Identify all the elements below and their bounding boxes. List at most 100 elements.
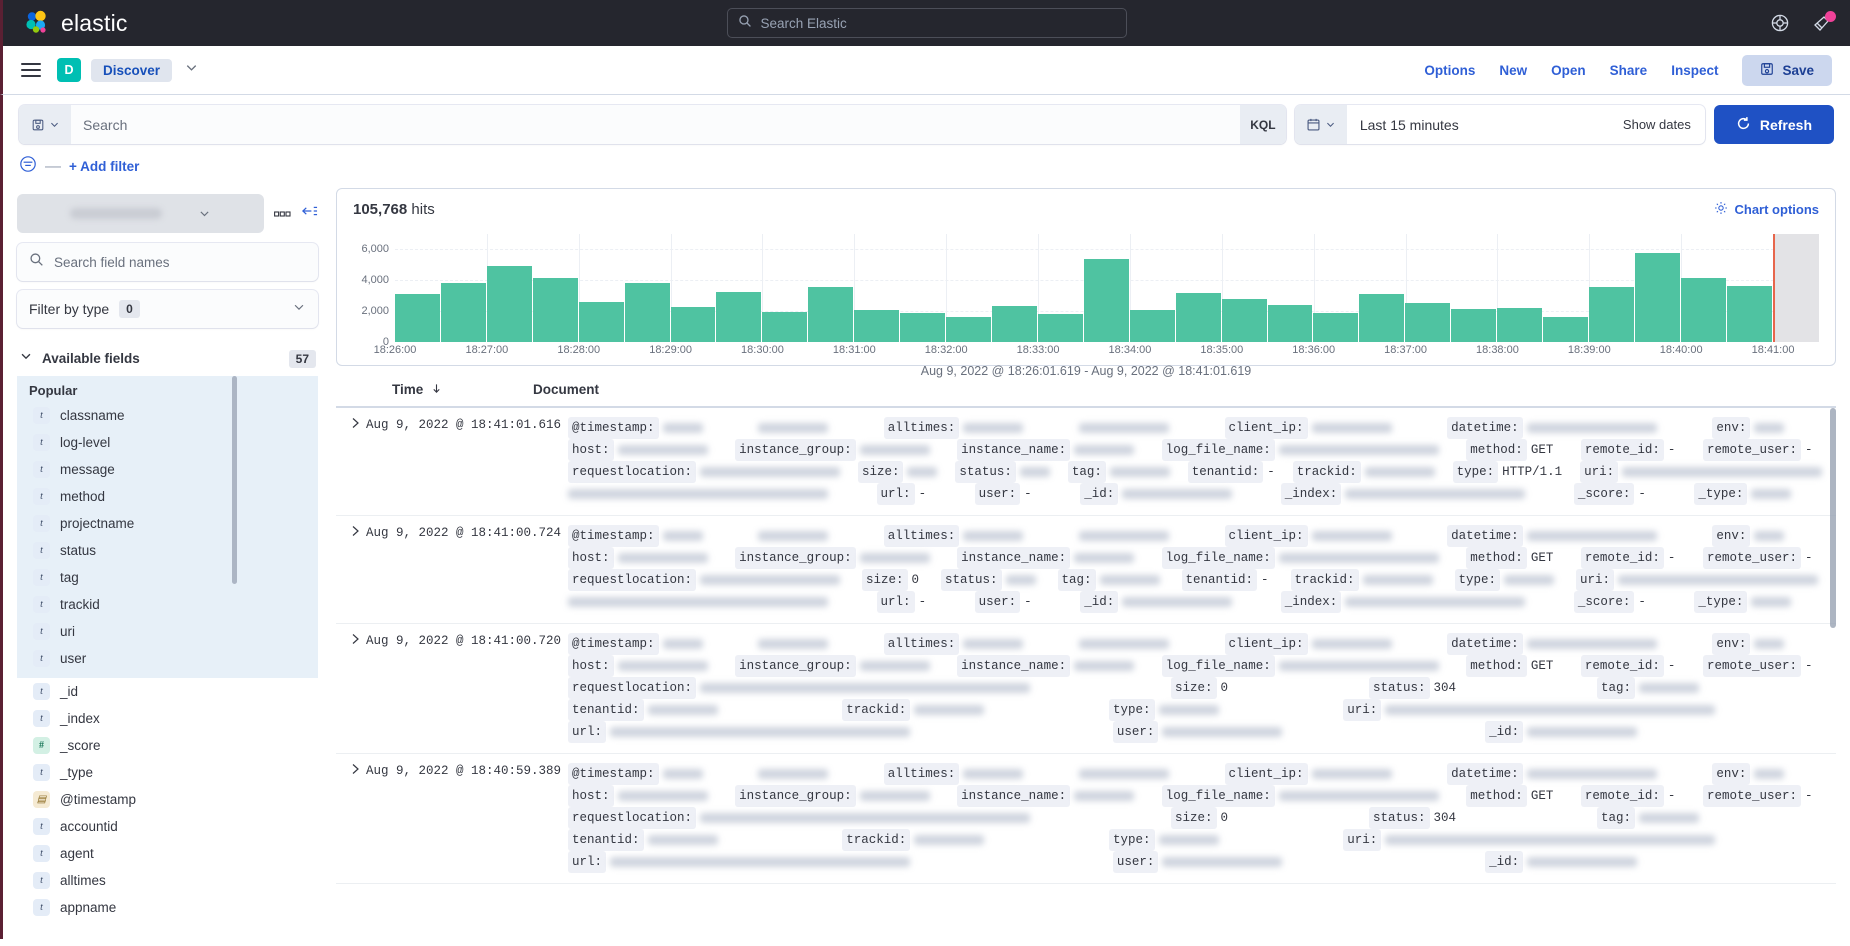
nav-link-inspect[interactable]: Inspect	[1671, 63, 1718, 78]
histogram-bar[interactable]	[1313, 313, 1358, 342]
histogram-bar[interactable]	[946, 317, 991, 342]
field-item-alltimes[interactable]: talltimes	[17, 867, 318, 894]
field-item-id[interactable]: t_id	[17, 678, 318, 705]
histogram-bar[interactable]	[1497, 308, 1542, 342]
field-list[interactable]: Popular tclassnametlog-leveltmessagetmet…	[17, 376, 318, 939]
hamburger-menu-icon[interactable]	[21, 63, 41, 77]
histogram-bar[interactable]	[1084, 259, 1129, 342]
field-item-classname[interactable]: tclassname	[17, 402, 318, 429]
app-avatar[interactable]: D	[57, 58, 81, 82]
histogram-bar[interactable]	[671, 307, 716, 342]
redacted-value	[1279, 791, 1439, 801]
histogram-bar[interactable]	[625, 283, 670, 342]
field-item-score[interactable]: #_score	[17, 732, 318, 759]
ellipsis-icon[interactable]	[274, 207, 291, 221]
filter-by-type-button[interactable]: Filter by type 0	[17, 290, 318, 328]
histogram-bar[interactable]	[1543, 317, 1588, 342]
refresh-button[interactable]: Refresh	[1714, 105, 1834, 144]
histogram-bar[interactable]	[1451, 309, 1496, 342]
histogram-bar[interactable]	[579, 302, 624, 342]
available-fields-header[interactable]: Available fields 57	[17, 344, 318, 373]
histogram-bar[interactable]	[900, 313, 945, 342]
chart-options-button[interactable]: Chart options	[1714, 201, 1820, 218]
field-item-type[interactable]: t_type	[17, 759, 318, 786]
time-range-value[interactable]: Last 15 minutes	[1347, 117, 1623, 133]
table-row[interactable]: Aug 9, 2022 @ 18:41:01.616@timestamp:all…	[336, 408, 1836, 516]
nav-link-share[interactable]: Share	[1610, 63, 1648, 78]
histogram-bar[interactable]	[487, 266, 532, 342]
field-item-timestamp[interactable]: ▤@timestamp	[17, 786, 318, 813]
histogram-bar[interactable]	[1635, 253, 1680, 342]
histogram-bar[interactable]	[992, 306, 1037, 342]
histogram-bar[interactable]	[533, 278, 578, 342]
elastic-logo[interactable]: elastic	[23, 9, 128, 37]
histogram-bar[interactable]	[854, 310, 899, 342]
chevron-right-icon[interactable]	[336, 417, 366, 505]
histogram-bar[interactable]	[1222, 299, 1267, 342]
field-item-user[interactable]: tuser	[17, 645, 318, 672]
histogram-bar[interactable]	[1681, 278, 1726, 342]
megaphone-icon[interactable]	[1812, 13, 1832, 33]
show-dates-button[interactable]: Show dates	[1623, 117, 1705, 132]
histogram-bar[interactable]	[716, 292, 761, 342]
x-axis-tick: 18:28:00	[557, 344, 600, 356]
field-item-appname[interactable]: tappname	[17, 894, 318, 921]
table-row[interactable]: Aug 9, 2022 @ 18:40:59.389@timestamp:all…	[336, 754, 1836, 884]
redacted-value	[618, 445, 708, 455]
document-field-value: -	[919, 484, 927, 504]
histogram-bar[interactable]	[1727, 286, 1772, 342]
field-item-index[interactable]: t_index	[17, 705, 318, 732]
histogram-bar[interactable]	[808, 287, 853, 342]
histogram-bar[interactable]	[1405, 303, 1450, 342]
filter-icon[interactable]	[19, 155, 37, 178]
histogram-bar[interactable]	[1176, 293, 1221, 342]
field-item-accountid[interactable]: taccountid	[17, 813, 318, 840]
add-filter-button[interactable]: + Add filter	[69, 159, 139, 174]
histogram-bar[interactable]	[1038, 314, 1083, 342]
search-input[interactable]: Search	[71, 105, 1240, 144]
document-field-value: -	[1024, 592, 1032, 612]
histogram-bar[interactable]	[441, 283, 486, 342]
search-icon	[738, 14, 752, 33]
chevron-down-icon[interactable]	[184, 60, 199, 80]
nav-link-open[interactable]: Open	[1551, 63, 1586, 78]
histogram-bar[interactable]	[1359, 294, 1404, 342]
histogram-bar[interactable]	[762, 312, 807, 342]
field-item-agent[interactable]: tagent	[17, 840, 318, 867]
sidebar-scrollbar[interactable]	[232, 376, 237, 584]
histogram-bar[interactable]	[1268, 305, 1313, 342]
document-table-scrollbar[interactable]	[1830, 408, 1836, 628]
breadcrumb-discover[interactable]: Discover	[91, 59, 172, 82]
field-item-message[interactable]: tmessage	[17, 456, 318, 483]
field-item-log-level[interactable]: tlog-level	[17, 429, 318, 456]
table-row[interactable]: Aug 9, 2022 @ 18:41:00.724@timestamp:all…	[336, 516, 1836, 624]
nav-link-new[interactable]: New	[1499, 63, 1527, 78]
histogram-bar[interactable]	[395, 294, 440, 342]
field-item-uri[interactable]: turi	[17, 618, 318, 645]
collapse-panel-icon[interactable]	[301, 204, 318, 223]
chevron-right-icon[interactable]	[336, 633, 366, 743]
save-button[interactable]: Save	[1742, 55, 1832, 86]
field-item-status[interactable]: tstatus	[17, 537, 318, 564]
field-item-method[interactable]: tmethod	[17, 483, 318, 510]
histogram-chart[interactable]: 02,0004,0006,000	[353, 234, 1819, 342]
field-search-input[interactable]: Search field names	[17, 243, 318, 281]
help-circle-icon[interactable]	[1770, 13, 1790, 33]
histogram-bar[interactable]	[1589, 287, 1634, 342]
saved-query-button[interactable]	[19, 105, 71, 144]
global-search-input[interactable]: Search Elastic	[727, 8, 1127, 38]
nav-link-options[interactable]: Options	[1424, 63, 1475, 78]
query-language-button[interactable]: KQL	[1240, 105, 1286, 144]
chevron-right-icon[interactable]	[336, 763, 366, 873]
histogram-bar[interactable]	[1130, 310, 1175, 342]
table-row[interactable]: Aug 9, 2022 @ 18:41:00.720@timestamp:all…	[336, 624, 1836, 754]
index-pattern-select[interactable]	[17, 194, 264, 233]
column-header-time[interactable]: Time	[336, 382, 522, 397]
calendar-icon[interactable]	[1295, 105, 1347, 144]
field-item-tag[interactable]: ttag	[17, 564, 318, 591]
column-header-document[interactable]: Document	[522, 382, 599, 397]
field-item-projectname[interactable]: tprojectname	[17, 510, 318, 537]
document-field-key: type:	[1453, 461, 1499, 483]
field-item-trackid[interactable]: ttrackid	[17, 591, 318, 618]
chevron-right-icon[interactable]	[336, 525, 366, 613]
